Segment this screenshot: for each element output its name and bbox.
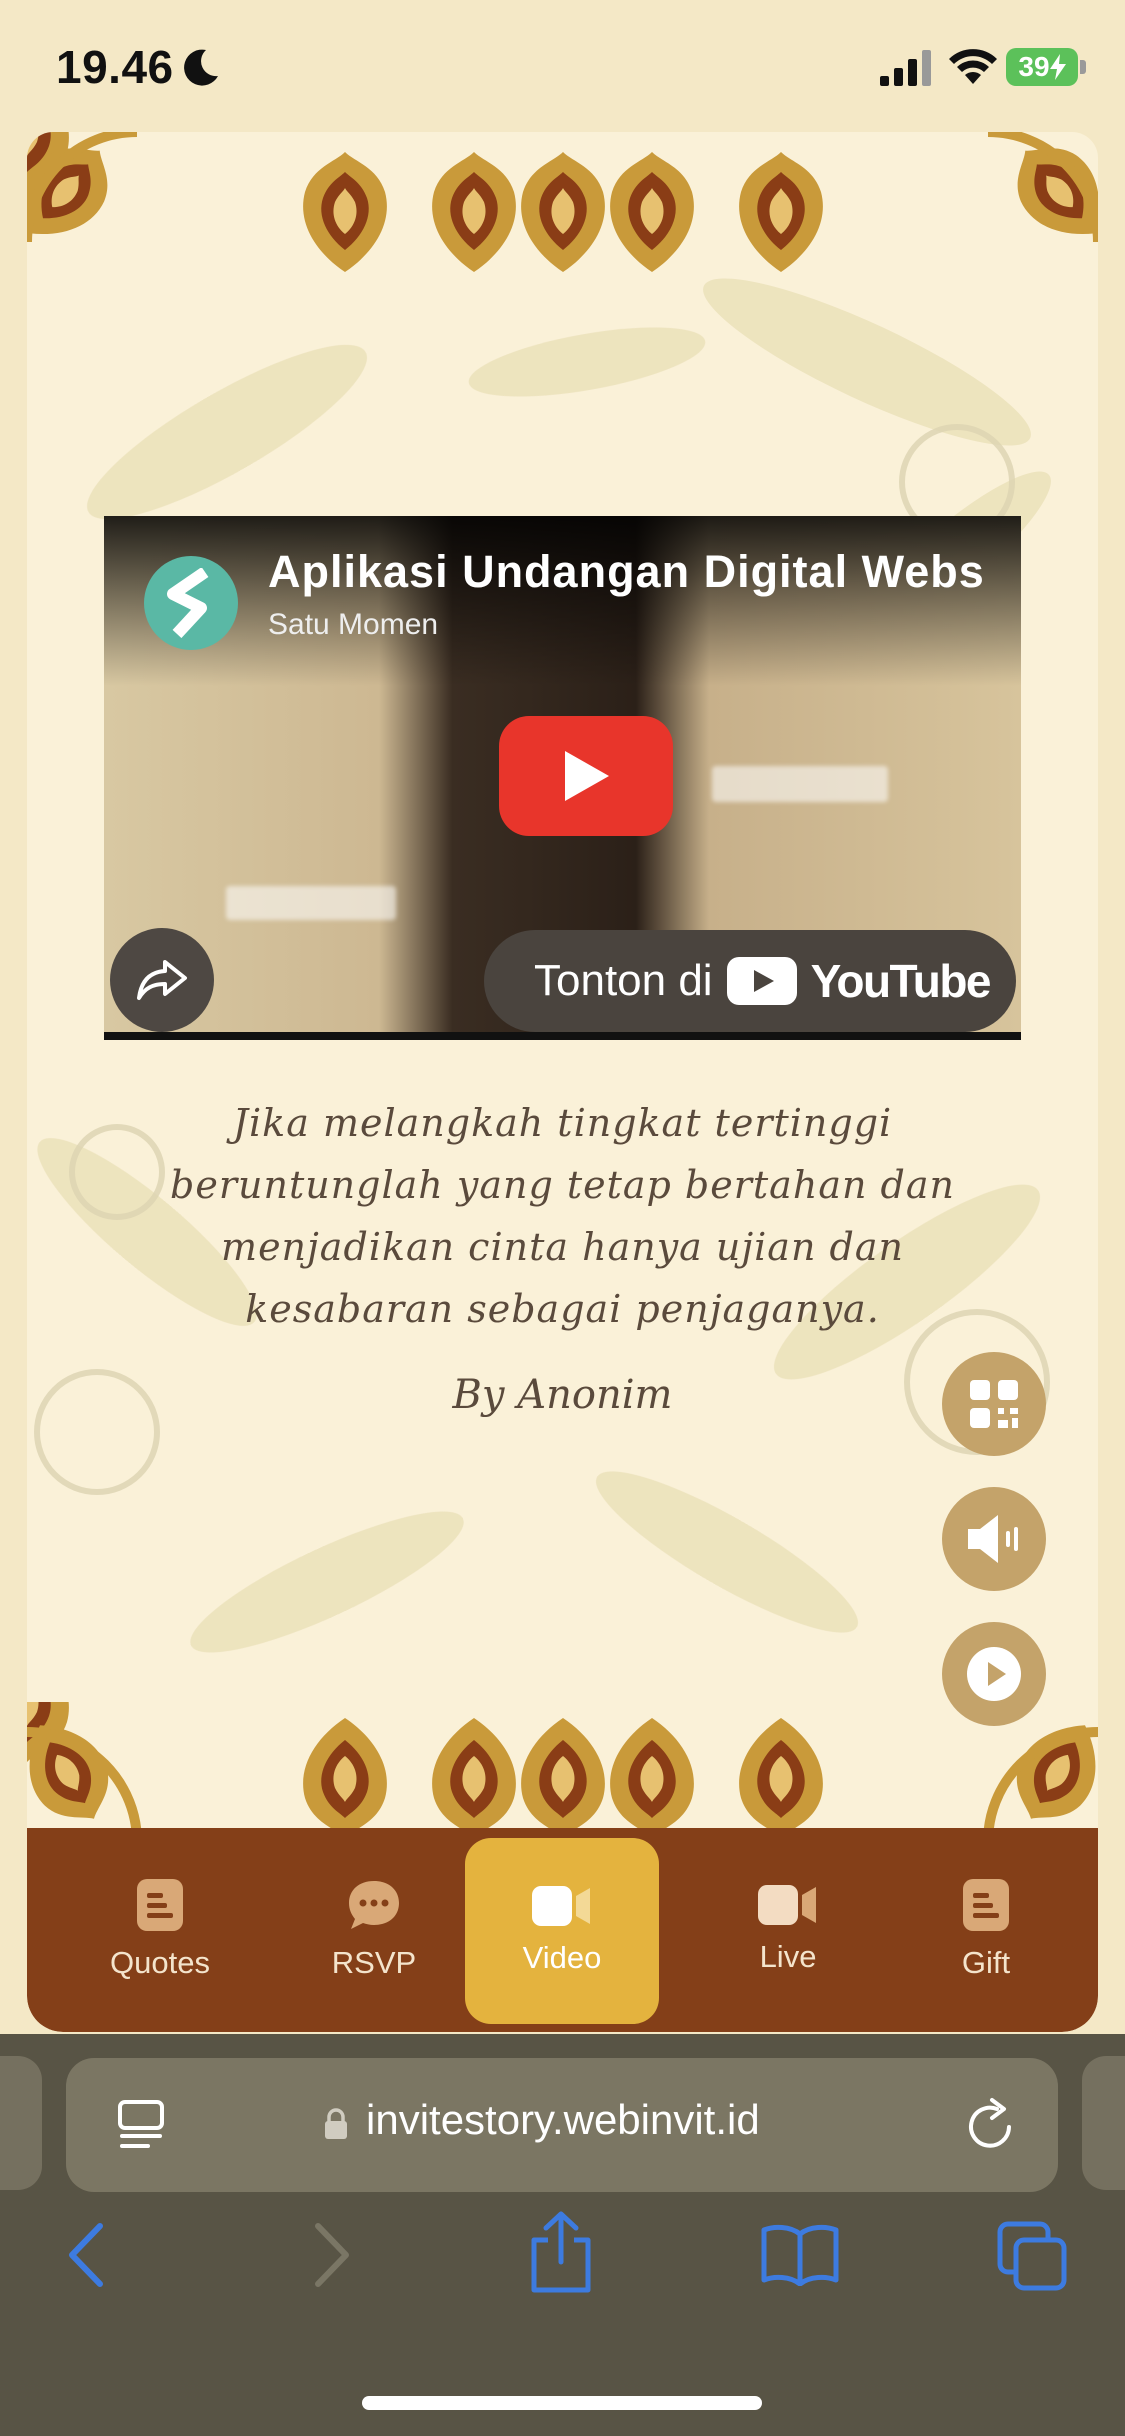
url-text: invitestory.webinvit.id [366,2096,760,2143]
signal-icon [880,50,931,86]
nav-item-quotes[interactable]: Quotes [63,1828,257,2032]
play-button[interactable] [499,716,673,836]
nav-item-gift[interactable]: Gift [889,1828,1083,2032]
qr-code-icon [970,1380,1018,1428]
bookmarks-icon[interactable] [760,2224,840,2286]
share-icon [137,960,187,1000]
sound-toggle-button[interactable] [942,1487,1046,1591]
document-icon [137,1879,183,1931]
channel-logo-icon [167,568,209,638]
youtube-wordmark: YouTube [810,955,992,1007]
forward-icon[interactable] [306,2220,356,2290]
charging-icon [1049,54,1066,80]
ornament-top [27,132,1098,272]
video-shade [104,516,1021,686]
battery-cap [1080,60,1086,74]
status-time: 19.46 [56,41,174,93]
nav-label-live: Live [759,1939,817,1974]
nav-label-video: Video [522,1940,602,1975]
video-icon [758,1885,816,1925]
address-bar[interactable]: invitestory.webinvit.id [66,2058,1058,2192]
chat-icon [349,1881,399,1929]
next-tab-peek[interactable] [1082,2056,1125,2190]
browser-toolbar-area: invitestory.webinvit.id [0,2034,1125,2436]
speaker-icon [968,1515,1018,1563]
play-icon [565,751,609,801]
back-icon[interactable] [62,2220,112,2290]
video-icon [532,1886,590,1926]
wifi-icon [949,49,997,84]
watch-on-label: Tonton di [534,956,713,1005]
ornament-bottom [27,1702,1098,1842]
previous-tab-peek[interactable] [0,2056,42,2190]
reload-icon[interactable] [964,2096,1018,2154]
video-player[interactable]: Aplikasi Undangan Digital Webs Satu Mome… [104,516,1021,1040]
channel-logo[interactable] [144,556,238,650]
nav-label-rsvp: RSVP [331,1945,417,1980]
share-icon[interactable] [528,2210,594,2294]
reader-mode-icon[interactable] [116,2098,166,2152]
watch-on-youtube-button[interactable]: Tonton di YouTube [484,930,1016,1032]
moon-icon [184,49,218,86]
share-button[interactable] [110,928,214,1032]
bottom-nav: Quotes RSVP Video Live Gift [27,1828,1098,2032]
document-icon [963,1879,1009,1931]
video-channel[interactable]: Satu Momen [268,608,438,642]
quote-author: By Anonim [452,1372,673,1418]
status-bar: 19.46 39 [0,0,1125,132]
battery-indicator: 39 [1006,48,1078,86]
nav-item-live[interactable]: Live [691,1828,885,2032]
tabs-icon[interactable] [996,2220,1068,2292]
video-title[interactable]: Aplikasi Undangan Digital Webs [268,546,1008,598]
youtube-logo-icon [726,957,797,1005]
invitation-card: Aplikasi Undangan Digital Webs Satu Mome… [27,132,1098,2032]
battery-level: 39 [1018,51,1050,82]
thumbnail-blur [712,766,888,802]
nav-item-video[interactable]: Video [465,1838,659,2024]
quote-text: Jika melangkah tingkat tertinggi beruntu… [170,1101,955,1331]
nav-item-rsvp[interactable]: RSVP [277,1828,471,2032]
nav-label-gift: Gift [961,1945,1011,1980]
nav-label-quotes: Quotes [110,1945,210,1980]
thumbnail-blur [226,886,396,920]
home-indicator [362,2396,762,2410]
play-circle-icon [967,1647,1021,1701]
lock-icon [325,2108,347,2139]
qr-code-button[interactable] [942,1352,1046,1456]
video-progress-bar [104,1032,1021,1040]
